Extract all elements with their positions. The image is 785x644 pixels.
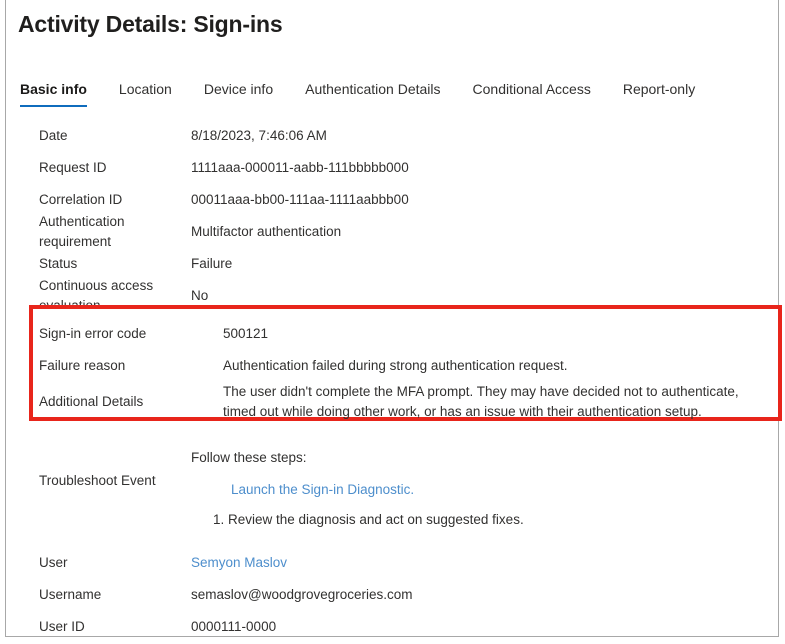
detail-row-username: Username semaslov@woodgrovegroceries.com [6,579,785,611]
tab-authentication-details[interactable]: Authentication Details [305,80,440,107]
basic-info-detail-list: Date 8/18/2023, 7:46:06 AM Request ID 11… [6,120,785,312]
detail-label-sign-in-error-code: Sign-in error code [33,324,223,344]
detail-value-correlation-id: 00011aaa-bb00-111aa-1111aabbb00 [191,190,785,210]
detail-row-user-id: User ID 0000111-0000 [6,611,785,643]
detail-value-sign-in-error-code: 500121 [223,324,778,344]
detail-label-request-id: Request ID [6,158,191,178]
detail-row-additional-details: Additional Details The user didn't compl… [33,382,778,422]
detail-row-failure-reason: Failure reason Authentication failed dur… [33,350,778,382]
detail-row-date: Date 8/18/2023, 7:46:06 AM [6,120,785,152]
troubleshoot-intro: Follow these steps: [191,440,785,468]
detail-value-user: Semyon Maslov [191,553,785,573]
user-detail-list: User Semyon Maslov Username semaslov@woo… [6,547,785,643]
troubleshoot-steps: Follow these steps: Launch the Sign-in D… [191,440,785,530]
tab-device-info[interactable]: Device info [204,80,273,107]
detail-row-sign-in-error-code: Sign-in error code 500121 [33,318,778,350]
tab-conditional-access[interactable]: Conditional Access [473,80,591,107]
detail-value-authentication-requirement: Multifactor authentication [191,222,785,242]
detail-label-additional-details: Additional Details [33,392,223,412]
detail-label-authentication-requirement: Authentication requirement [6,212,191,252]
detail-value-additional-details: The user didn't complete the MFA prompt.… [223,382,778,422]
detail-label-failure-reason: Failure reason [33,356,223,376]
status-badge: Failure [191,254,785,274]
detail-label-status: Status [6,254,191,274]
detail-label-username: Username [6,585,191,605]
troubleshoot-step-1: 1. Review the diagnosis and act on sugge… [191,500,785,530]
detail-value-continuous-access-evaluation: No [191,286,785,306]
detail-value-request-id: 1111aaa-000011-aabb-111bbbbb000 [191,158,785,178]
detail-row-user: User Semyon Maslov [6,547,785,579]
launch-sign-in-diagnostic-link[interactable]: Launch the Sign-in Diagnostic. [231,482,414,497]
error-highlight-box: Sign-in error code 500121 Failure reason… [29,305,782,421]
user-display-name-link[interactable]: Semyon Maslov [191,555,287,570]
troubleshoot-event-section: Troubleshoot Event Follow these steps: L… [6,440,785,530]
detail-label-troubleshoot-event: Troubleshoot Event [6,440,191,488]
detail-label-user-id: User ID [6,617,191,637]
detail-row-authentication-requirement: Authentication requirement Multifactor a… [6,216,785,248]
detail-label-user: User [6,553,191,573]
tab-strip: Basic info Location Device info Authenti… [20,80,695,112]
detail-row-request-id: Request ID 1111aaa-000011-aabb-111bbbbb0… [6,152,785,184]
tab-report-only[interactable]: Report-only [623,80,695,107]
detail-value-user-id: 0000111-0000 [191,617,785,637]
detail-label-date: Date [6,126,191,146]
tab-basic-info[interactable]: Basic info [20,80,87,107]
troubleshoot-diagnostic-link-wrapper: Launch the Sign-in Diagnostic. [191,468,785,500]
detail-label-correlation-id: Correlation ID [6,190,191,210]
activity-details-panel: Activity Details: Sign-ins Basic info Lo… [5,0,779,637]
detail-value-date: 8/18/2023, 7:46:06 AM [191,126,785,146]
detail-value-failure-reason: Authentication failed during strong auth… [223,356,778,376]
tab-location[interactable]: Location [119,80,172,107]
page-title: Activity Details: Sign-ins [18,11,282,38]
detail-value-username: semaslov@woodgrovegroceries.com [191,585,785,605]
